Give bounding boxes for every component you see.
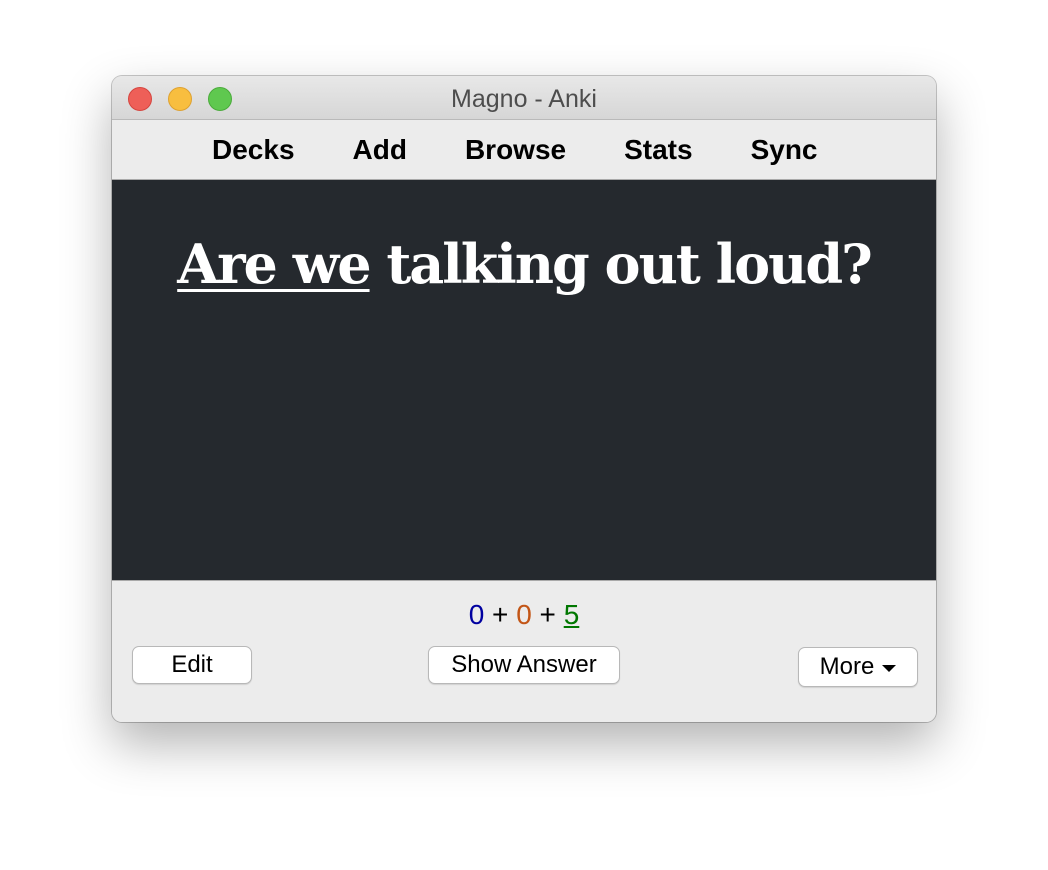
learn-count: 0 bbox=[516, 599, 532, 630]
toolbar-add-link[interactable]: Add bbox=[353, 134, 407, 166]
new-count: 0 bbox=[468, 599, 485, 630]
toolbar-stats-link[interactable]: Stats bbox=[624, 134, 692, 166]
caret-down-icon bbox=[882, 664, 897, 672]
toolbar-sync-link[interactable]: Sync bbox=[751, 134, 818, 166]
edit-button-label: Edit bbox=[171, 651, 213, 678]
toolbar-browse-link[interactable]: Browse bbox=[465, 134, 566, 166]
count-separator: + bbox=[531, 599, 564, 630]
more-button[interactable]: More bbox=[798, 647, 918, 687]
show-answer-button-label: Show Answer bbox=[451, 651, 597, 678]
review-count: 5 bbox=[563, 599, 580, 630]
card-question-text: talking out loud? bbox=[369, 232, 872, 296]
toolbar-decks-link[interactable]: Decks bbox=[212, 134, 295, 166]
more-button-label: More bbox=[819, 653, 875, 680]
due-counts: 0 + 0 + 5 bbox=[112, 599, 936, 631]
card-review-area: Are we talking out loud? bbox=[112, 180, 936, 581]
bottom-bar: 0 + 0 + 5 Edit Show Answer More bbox=[112, 581, 936, 722]
anki-window: Magno - Anki Decks Add Browse Stats Sync… bbox=[112, 76, 936, 722]
card-question-highlight: Are we bbox=[177, 232, 371, 296]
main-toolbar: Decks Add Browse Stats Sync bbox=[112, 120, 936, 180]
edit-button[interactable]: Edit bbox=[132, 646, 252, 684]
title-bar[interactable]: Magno - Anki bbox=[112, 76, 936, 120]
count-separator: + bbox=[484, 599, 517, 630]
window-title: Magno - Anki bbox=[451, 85, 597, 113]
show-answer-button[interactable]: Show Answer bbox=[428, 646, 620, 684]
card-question: Are we talking out loud? bbox=[112, 232, 936, 296]
